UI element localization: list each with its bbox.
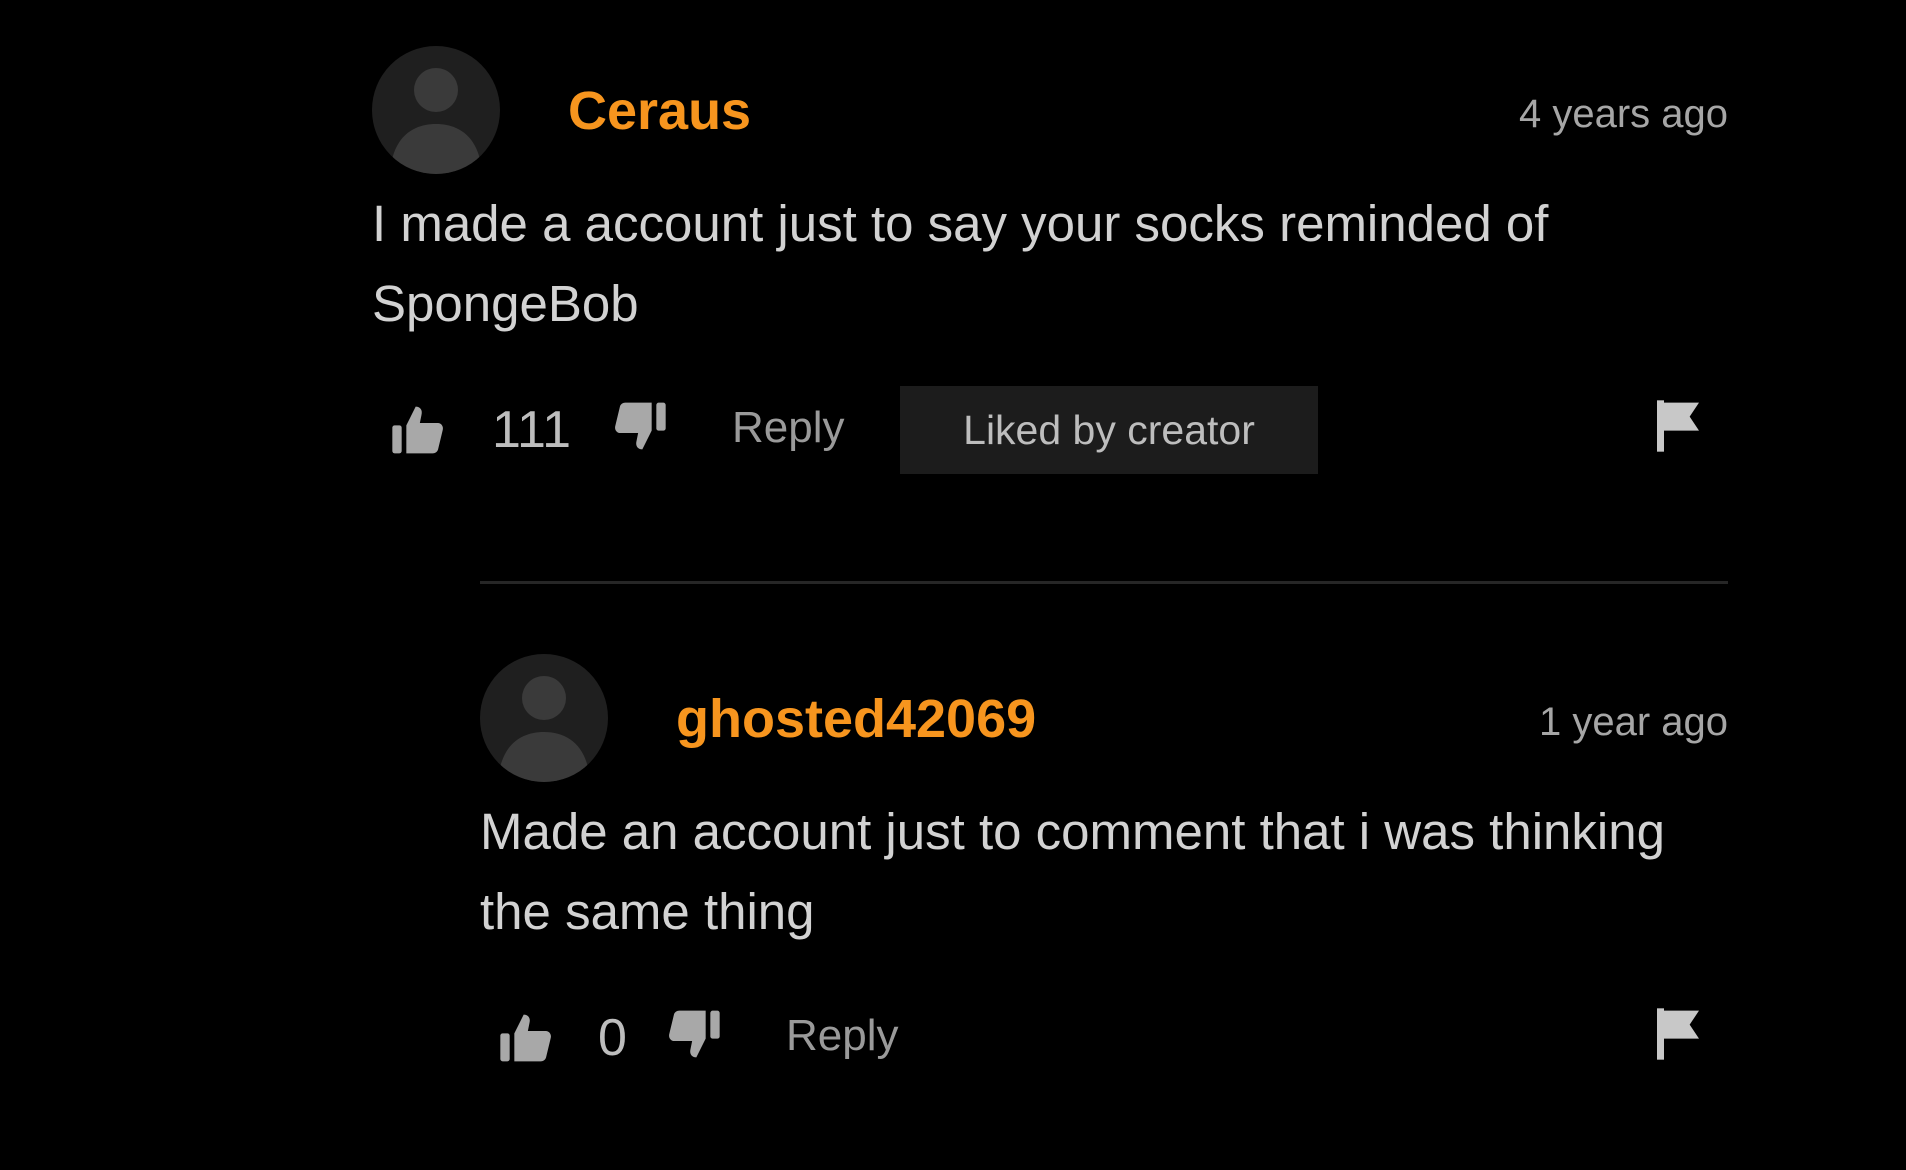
thumbs-up-icon[interactable] bbox=[390, 402, 446, 458]
timestamp: 1 year ago bbox=[1538, 700, 1728, 744]
like-count: 0 bbox=[598, 1009, 627, 1067]
reply-comment: ghosted42069 1 year ago Made an account … bbox=[480, 654, 1728, 1084]
comment-header: Ceraus 4 years ago bbox=[372, 46, 1728, 174]
comment-header: ghosted42069 1 year ago bbox=[480, 654, 1728, 782]
flag-icon[interactable] bbox=[1654, 1006, 1702, 1062]
like-count: 111 bbox=[492, 401, 572, 459]
avatar[interactable] bbox=[372, 46, 500, 174]
timestamp: 4 years ago bbox=[1518, 92, 1728, 136]
comment: Ceraus 4 years ago I made a account just… bbox=[372, 46, 1728, 476]
thumbs-down-icon[interactable] bbox=[666, 1006, 722, 1062]
avatar-silhouette-icon bbox=[390, 68, 482, 174]
liked-by-creator-badge: Liked by creator bbox=[900, 386, 1318, 474]
username[interactable]: Ceraus bbox=[568, 84, 751, 138]
flag-icon[interactable] bbox=[1654, 398, 1702, 454]
reply-button[interactable]: Reply bbox=[732, 406, 845, 450]
thumbs-down-icon[interactable] bbox=[612, 398, 668, 454]
avatar-silhouette-icon bbox=[498, 676, 590, 782]
comment-text: Made an account just to comment that i w… bbox=[480, 803, 1665, 940]
avatar[interactable] bbox=[480, 654, 608, 782]
thread-divider bbox=[480, 581, 1728, 584]
thumbs-up-icon[interactable] bbox=[498, 1010, 554, 1066]
comment-actions: 0 Reply bbox=[480, 994, 1728, 1084]
username[interactable]: ghosted42069 bbox=[676, 692, 1036, 746]
reply-button[interactable]: Reply bbox=[786, 1014, 899, 1058]
comment-text: I made a account just to say your socks … bbox=[372, 195, 1549, 332]
comment-actions: 111 Reply Liked by creator bbox=[372, 386, 1728, 476]
